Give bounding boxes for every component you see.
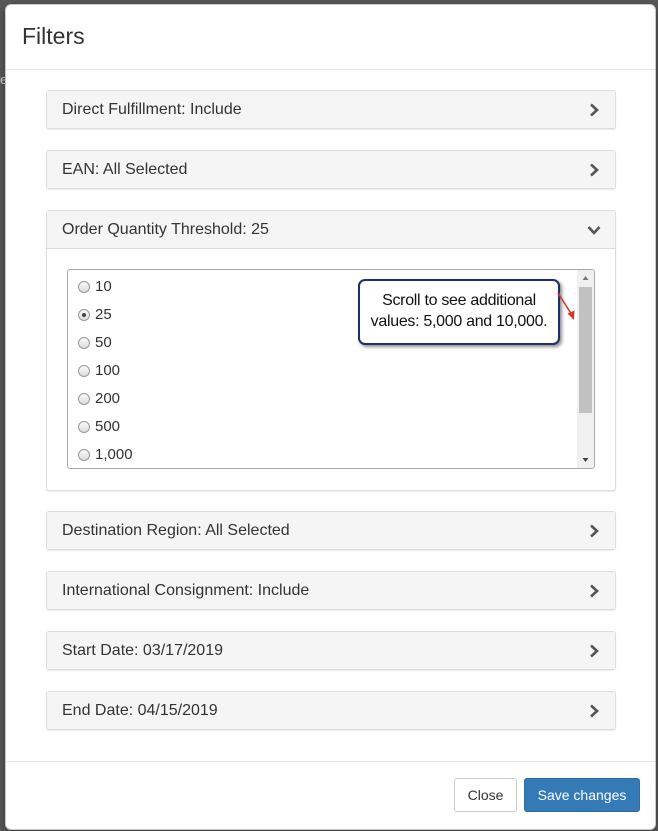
callout-line-2: values: 5,000 and 10,000. [370,313,548,330]
panel-direct-fulfillment[interactable]: Direct Fulfillment: Include [46,90,616,129]
radio-button[interactable] [78,365,90,377]
panel-heading[interactable]: Direct Fulfillment: Include [47,91,615,128]
chevron-right-icon [590,704,599,718]
filters-modal: Filters Direct Fulfillment: Include EAN:… [5,4,656,830]
scroll-down-arrow-icon[interactable] [577,452,594,468]
panel-label: End Date: 04/15/2019 [62,702,218,719]
option-label: 10 [95,278,112,295]
chevron-right-icon [590,584,599,598]
callout-arrow-icon [557,292,575,320]
option-label: 200 [95,390,121,407]
chevron-down-icon [587,226,601,235]
panel-international-consignment[interactable]: International Consignment: Include [46,571,616,610]
option-label: 1,000 [95,446,133,463]
chevron-right-icon [590,103,599,117]
panel-heading[interactable]: Start Date: 03/17/2019 [47,632,615,669]
chevron-right-icon [590,644,599,658]
modal-footer: Close Save changes [6,761,655,829]
panel-heading[interactable]: End Date: 04/15/2019 [47,692,615,729]
panel-label: Order Quantity Threshold: 25 [62,221,269,238]
scroll-thumb[interactable] [579,287,592,413]
panel-label: Destination Region: All Selected [62,522,290,539]
callout-line-1: Scroll to see additional [382,292,536,309]
panel-heading[interactable]: EAN: All Selected [47,151,615,188]
panel-destination-region[interactable]: Destination Region: All Selected [46,511,616,550]
scroll-up-arrow-icon[interactable] [577,270,594,286]
panel-start-date[interactable]: Start Date: 03/17/2019 [46,631,616,670]
option-label: 500 [95,418,121,435]
panel-label: International Consignment: Include [62,582,310,599]
panel-end-date[interactable]: End Date: 04/15/2019 [46,691,616,730]
panel-label: Start Date: 03/17/2019 [62,642,223,659]
chevron-right-icon [590,524,599,538]
panel-heading[interactable]: Destination Region: All Selected [47,512,615,549]
radio-button[interactable] [78,449,90,461]
close-button[interactable]: Close [454,778,517,812]
panel-label: Direct Fulfillment: Include [62,101,242,118]
scroll-hint-callout: Scroll to see additional values: 5,000 a… [358,279,560,345]
modal-header: Filters [6,5,655,70]
radio-button[interactable] [78,337,90,349]
chevron-right-icon [590,163,599,177]
radio-button[interactable] [78,421,90,433]
option-label: 25 [95,306,112,323]
panel-order-quantity-threshold: Order Quantity Threshold: 25 10 25 50 10… [46,210,616,491]
radio-button[interactable] [78,281,90,293]
radio-button-selected[interactable] [78,309,90,321]
panel-label: EAN: All Selected [62,161,188,178]
listbox-scrollbar[interactable] [577,270,594,468]
panel-heading[interactable]: Order Quantity Threshold: 25 [47,211,615,249]
option-label: 50 [95,334,112,351]
panel-heading[interactable]: International Consignment: Include [47,572,615,609]
save-changes-button[interactable]: Save changes [524,778,640,812]
option-label: 100 [95,362,121,379]
panel-ean[interactable]: EAN: All Selected [46,150,616,189]
modal-title: Filters [22,23,85,49]
radio-button[interactable] [78,393,90,405]
